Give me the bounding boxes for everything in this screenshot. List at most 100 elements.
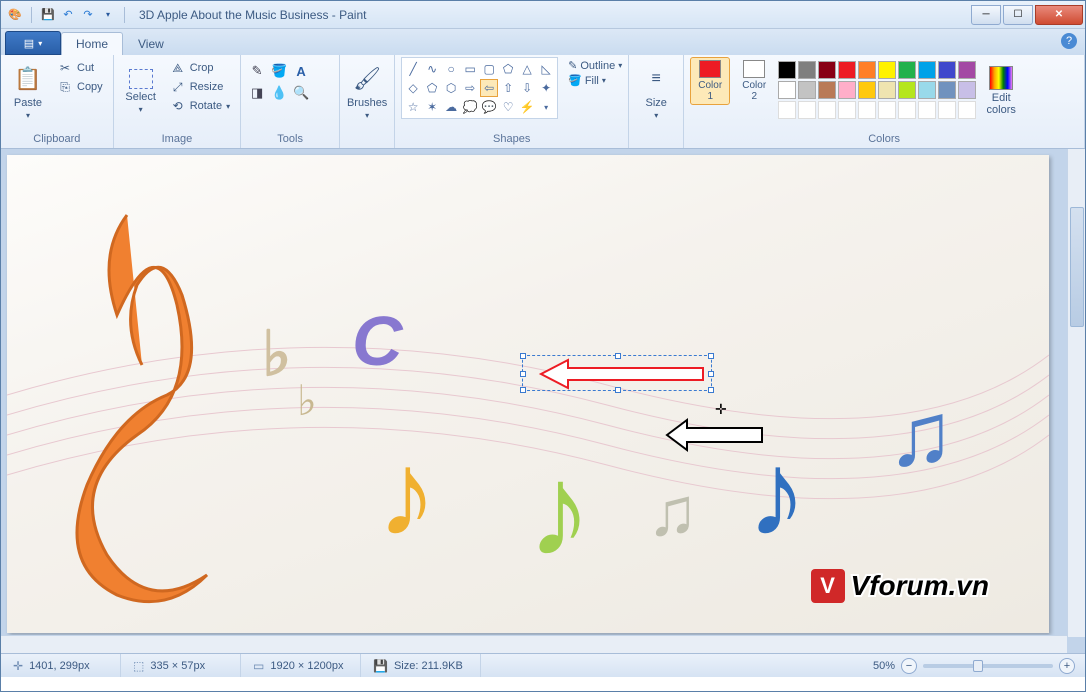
text-tool-icon[interactable]: A	[291, 61, 311, 81]
palette-swatch[interactable]	[778, 61, 796, 79]
shape-arrow-u-icon[interactable]: ⇧	[499, 79, 517, 97]
shape-heart-icon[interactable]: ♡	[499, 98, 517, 116]
shape-pentagon-icon[interactable]: ⬠	[423, 79, 441, 97]
eraser-tool-icon[interactable]: ◨	[247, 83, 267, 103]
maximize-button[interactable]: ☐	[1003, 5, 1033, 25]
palette-swatch[interactable]	[938, 61, 956, 79]
color-2-button[interactable]: Color 2	[734, 57, 774, 105]
size-button[interactable]: ≡ Size ▾	[635, 57, 677, 125]
file-menu-icon: ▤	[24, 37, 34, 50]
palette-swatch[interactable]	[798, 61, 816, 79]
palette-swatch[interactable]	[818, 61, 836, 79]
zoom-slider-thumb[interactable]	[973, 660, 983, 672]
canvas[interactable]: ♭ ♭ C ♪ ♪ ♫ ♪ ♫ ✛	[7, 155, 1049, 633]
paste-button[interactable]: 📋 Paste ▾	[7, 57, 49, 125]
tab-home[interactable]: Home	[61, 32, 123, 55]
selection-box[interactable]	[522, 355, 712, 391]
palette-swatch-empty[interactable]	[858, 101, 876, 119]
shape-polygon-icon[interactable]: ⬠	[499, 60, 517, 78]
copy-button[interactable]: ⎘Copy	[53, 78, 107, 96]
rotate-button[interactable]: ⟲Rotate ▾	[166, 97, 234, 115]
shape-diamond-icon[interactable]: ◇	[404, 79, 422, 97]
scrollbar-thumb[interactable]	[1070, 207, 1084, 327]
palette-swatch[interactable]	[938, 81, 956, 99]
tab-view[interactable]: View	[123, 32, 179, 55]
palette-swatch[interactable]	[958, 81, 976, 99]
fill-tool-icon[interactable]: 🪣	[269, 61, 289, 81]
shape-lightning-icon[interactable]: ⚡	[518, 98, 536, 116]
color-palette	[778, 57, 976, 119]
zoom-in-button[interactable]: +	[1059, 658, 1075, 674]
help-icon[interactable]: ?	[1061, 33, 1077, 49]
horizontal-scrollbar[interactable]	[1, 635, 1067, 653]
palette-swatch[interactable]	[838, 81, 856, 99]
shape-star5-icon[interactable]: ☆	[404, 98, 422, 116]
shape-arrow-l-icon[interactable]: ⇦	[480, 79, 498, 97]
tab-bar: ▤▾ Home View ?	[1, 29, 1085, 55]
shape-arrow-d-icon[interactable]: ⇩	[518, 79, 536, 97]
picker-tool-icon[interactable]: 💧	[269, 83, 289, 103]
zoom-out-button[interactable]: −	[901, 658, 917, 674]
palette-swatch[interactable]	[898, 61, 916, 79]
shape-star4-icon[interactable]: ✦	[537, 79, 555, 97]
pencil-tool-icon[interactable]: ✎	[247, 61, 267, 81]
zoom-slider[interactable]	[923, 664, 1053, 668]
crop-button[interactable]: ⟁Crop	[166, 59, 234, 77]
palette-swatch[interactable]	[918, 61, 936, 79]
palette-swatch[interactable]	[918, 81, 936, 99]
status-position: ✛1401, 299px	[1, 654, 121, 677]
palette-swatch[interactable]	[858, 61, 876, 79]
shape-hexagon-icon[interactable]: ⬡	[442, 79, 460, 97]
shape-line-icon[interactable]: ╱	[404, 60, 422, 78]
shapes-more-icon[interactable]: ▾	[537, 98, 555, 116]
shape-triangle-icon[interactable]: △	[518, 60, 536, 78]
edit-colors-button[interactable]: Edit colors	[980, 57, 1022, 125]
palette-swatch-empty[interactable]	[898, 101, 916, 119]
palette-swatch-empty[interactable]	[878, 101, 896, 119]
select-button[interactable]: Select ▾	[120, 57, 162, 125]
palette-swatch[interactable]	[818, 81, 836, 99]
shape-star6-icon[interactable]: ✶	[423, 98, 441, 116]
fill-dropdown[interactable]: 🪣Fill▾	[568, 74, 622, 87]
magnifier-tool-icon[interactable]: 🔍	[291, 83, 311, 103]
palette-swatch[interactable]	[858, 81, 876, 99]
resize-button[interactable]: ⤢Resize	[166, 78, 234, 96]
minimize-button[interactable]: ─	[971, 5, 1001, 25]
palette-swatch-empty[interactable]	[838, 101, 856, 119]
color-1-button[interactable]: Color 1	[690, 57, 730, 105]
palette-swatch-empty[interactable]	[918, 101, 936, 119]
palette-swatch[interactable]	[878, 61, 896, 79]
shape-callout-rnd-icon[interactable]: ☁	[442, 98, 460, 116]
undo-icon[interactable]: ↶	[60, 7, 76, 23]
save-icon[interactable]: 💾	[40, 7, 56, 23]
qat-dropdown-icon[interactable]: ▾	[100, 7, 116, 23]
close-button[interactable]: ✕	[1035, 5, 1083, 25]
cut-button[interactable]: ✂Cut	[53, 59, 107, 77]
palette-swatch[interactable]	[898, 81, 916, 99]
file-menu-button[interactable]: ▤▾	[5, 31, 61, 55]
shape-rtriangle-icon[interactable]: ◺	[537, 60, 555, 78]
shape-arrow-r-icon[interactable]: ⇨	[461, 79, 479, 97]
shape-roundrect-icon[interactable]: ▢	[480, 60, 498, 78]
palette-swatch[interactable]	[778, 81, 796, 99]
shape-callout-cloud-icon[interactable]: 💬	[480, 98, 498, 116]
shapes-gallery[interactable]: ╱ ∿ ○ ▭ ▢ ⬠ △ ◺ ◇ ⬠ ⬡ ⇨ ⇦ ⇧ ⇩ ✦ ☆ ✶ ☁ 💭	[401, 57, 558, 119]
palette-swatch[interactable]	[958, 61, 976, 79]
shape-rect-icon[interactable]: ▭	[461, 60, 479, 78]
shape-curve-icon[interactable]: ∿	[423, 60, 441, 78]
shape-callout-oval-icon[interactable]: 💭	[461, 98, 479, 116]
palette-swatch-empty[interactable]	[938, 101, 956, 119]
palette-swatch-empty[interactable]	[778, 101, 796, 119]
palette-swatch[interactable]	[798, 81, 816, 99]
outline-dropdown[interactable]: ✎Outline▾	[568, 59, 622, 72]
outline-icon: ✎	[568, 59, 577, 72]
palette-swatch[interactable]	[838, 61, 856, 79]
brushes-button[interactable]: 🖌 Brushes ▾	[346, 57, 388, 125]
palette-swatch-empty[interactable]	[958, 101, 976, 119]
palette-swatch-empty[interactable]	[798, 101, 816, 119]
palette-swatch-empty[interactable]	[818, 101, 836, 119]
redo-icon[interactable]: ↷	[80, 7, 96, 23]
palette-swatch[interactable]	[878, 81, 896, 99]
vertical-scrollbar[interactable]	[1067, 149, 1085, 637]
shape-oval-icon[interactable]: ○	[442, 60, 460, 78]
